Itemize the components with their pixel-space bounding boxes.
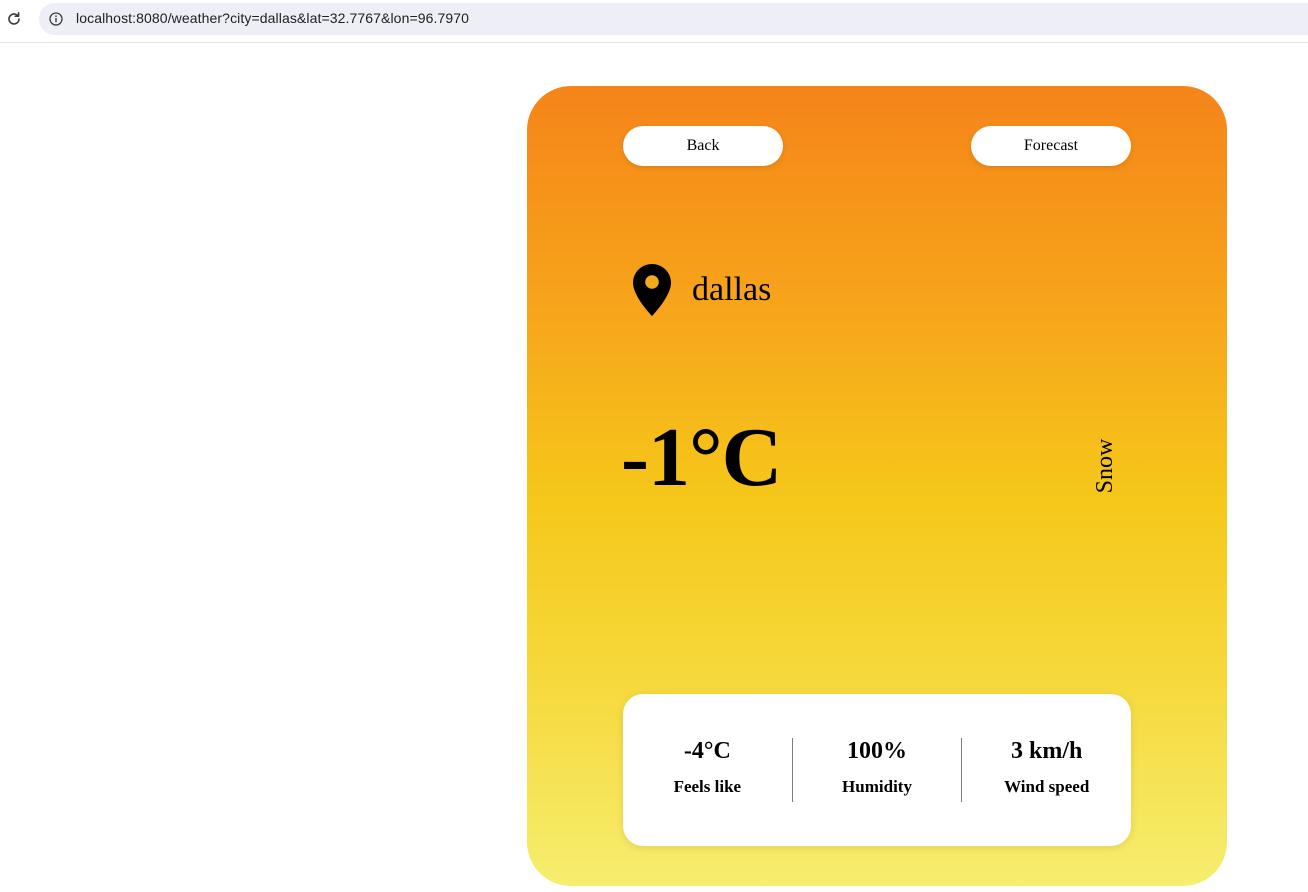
weather-card: Back Forecast dallas -1°C Snow -4°C Feel… <box>527 86 1227 886</box>
stat-wind-speed: 3 km/h Wind speed <box>961 738 1131 802</box>
current-temperature: -1°C <box>621 411 782 504</box>
location-row: dallas <box>633 264 771 316</box>
stat-value: -4°C <box>683 738 731 764</box>
site-info-icon[interactable] <box>49 12 63 26</box>
browser-toolbar: localhost:8080/weather?city=dallas&lat=3… <box>0 0 1308 43</box>
reload-icon[interactable] <box>6 11 22 27</box>
map-pin-icon <box>633 264 671 316</box>
stat-feels-like: -4°C Feels like <box>623 738 792 802</box>
address-bar[interactable]: localhost:8080/weather?city=dallas&lat=3… <box>39 3 1308 35</box>
stat-value: 3 km/h <box>1011 738 1083 764</box>
stat-label: Feels like <box>673 777 742 796</box>
city-name: dallas <box>692 271 772 308</box>
stat-humidity: 100% Humidity <box>791 738 962 802</box>
weather-condition: Snow <box>1092 438 1118 494</box>
forecast-button[interactable]: Forecast <box>971 126 1131 166</box>
weather-stats-panel: -4°C Feels like 100% Humidity 3 km/h Win… <box>623 694 1131 846</box>
stat-label: Wind speed <box>1004 777 1090 796</box>
stat-label: Humidity <box>842 777 912 796</box>
back-button[interactable]: Back <box>623 126 783 166</box>
address-bar-url[interactable]: localhost:8080/weather?city=dallas&lat=3… <box>76 10 469 26</box>
stat-value: 100% <box>847 738 907 764</box>
